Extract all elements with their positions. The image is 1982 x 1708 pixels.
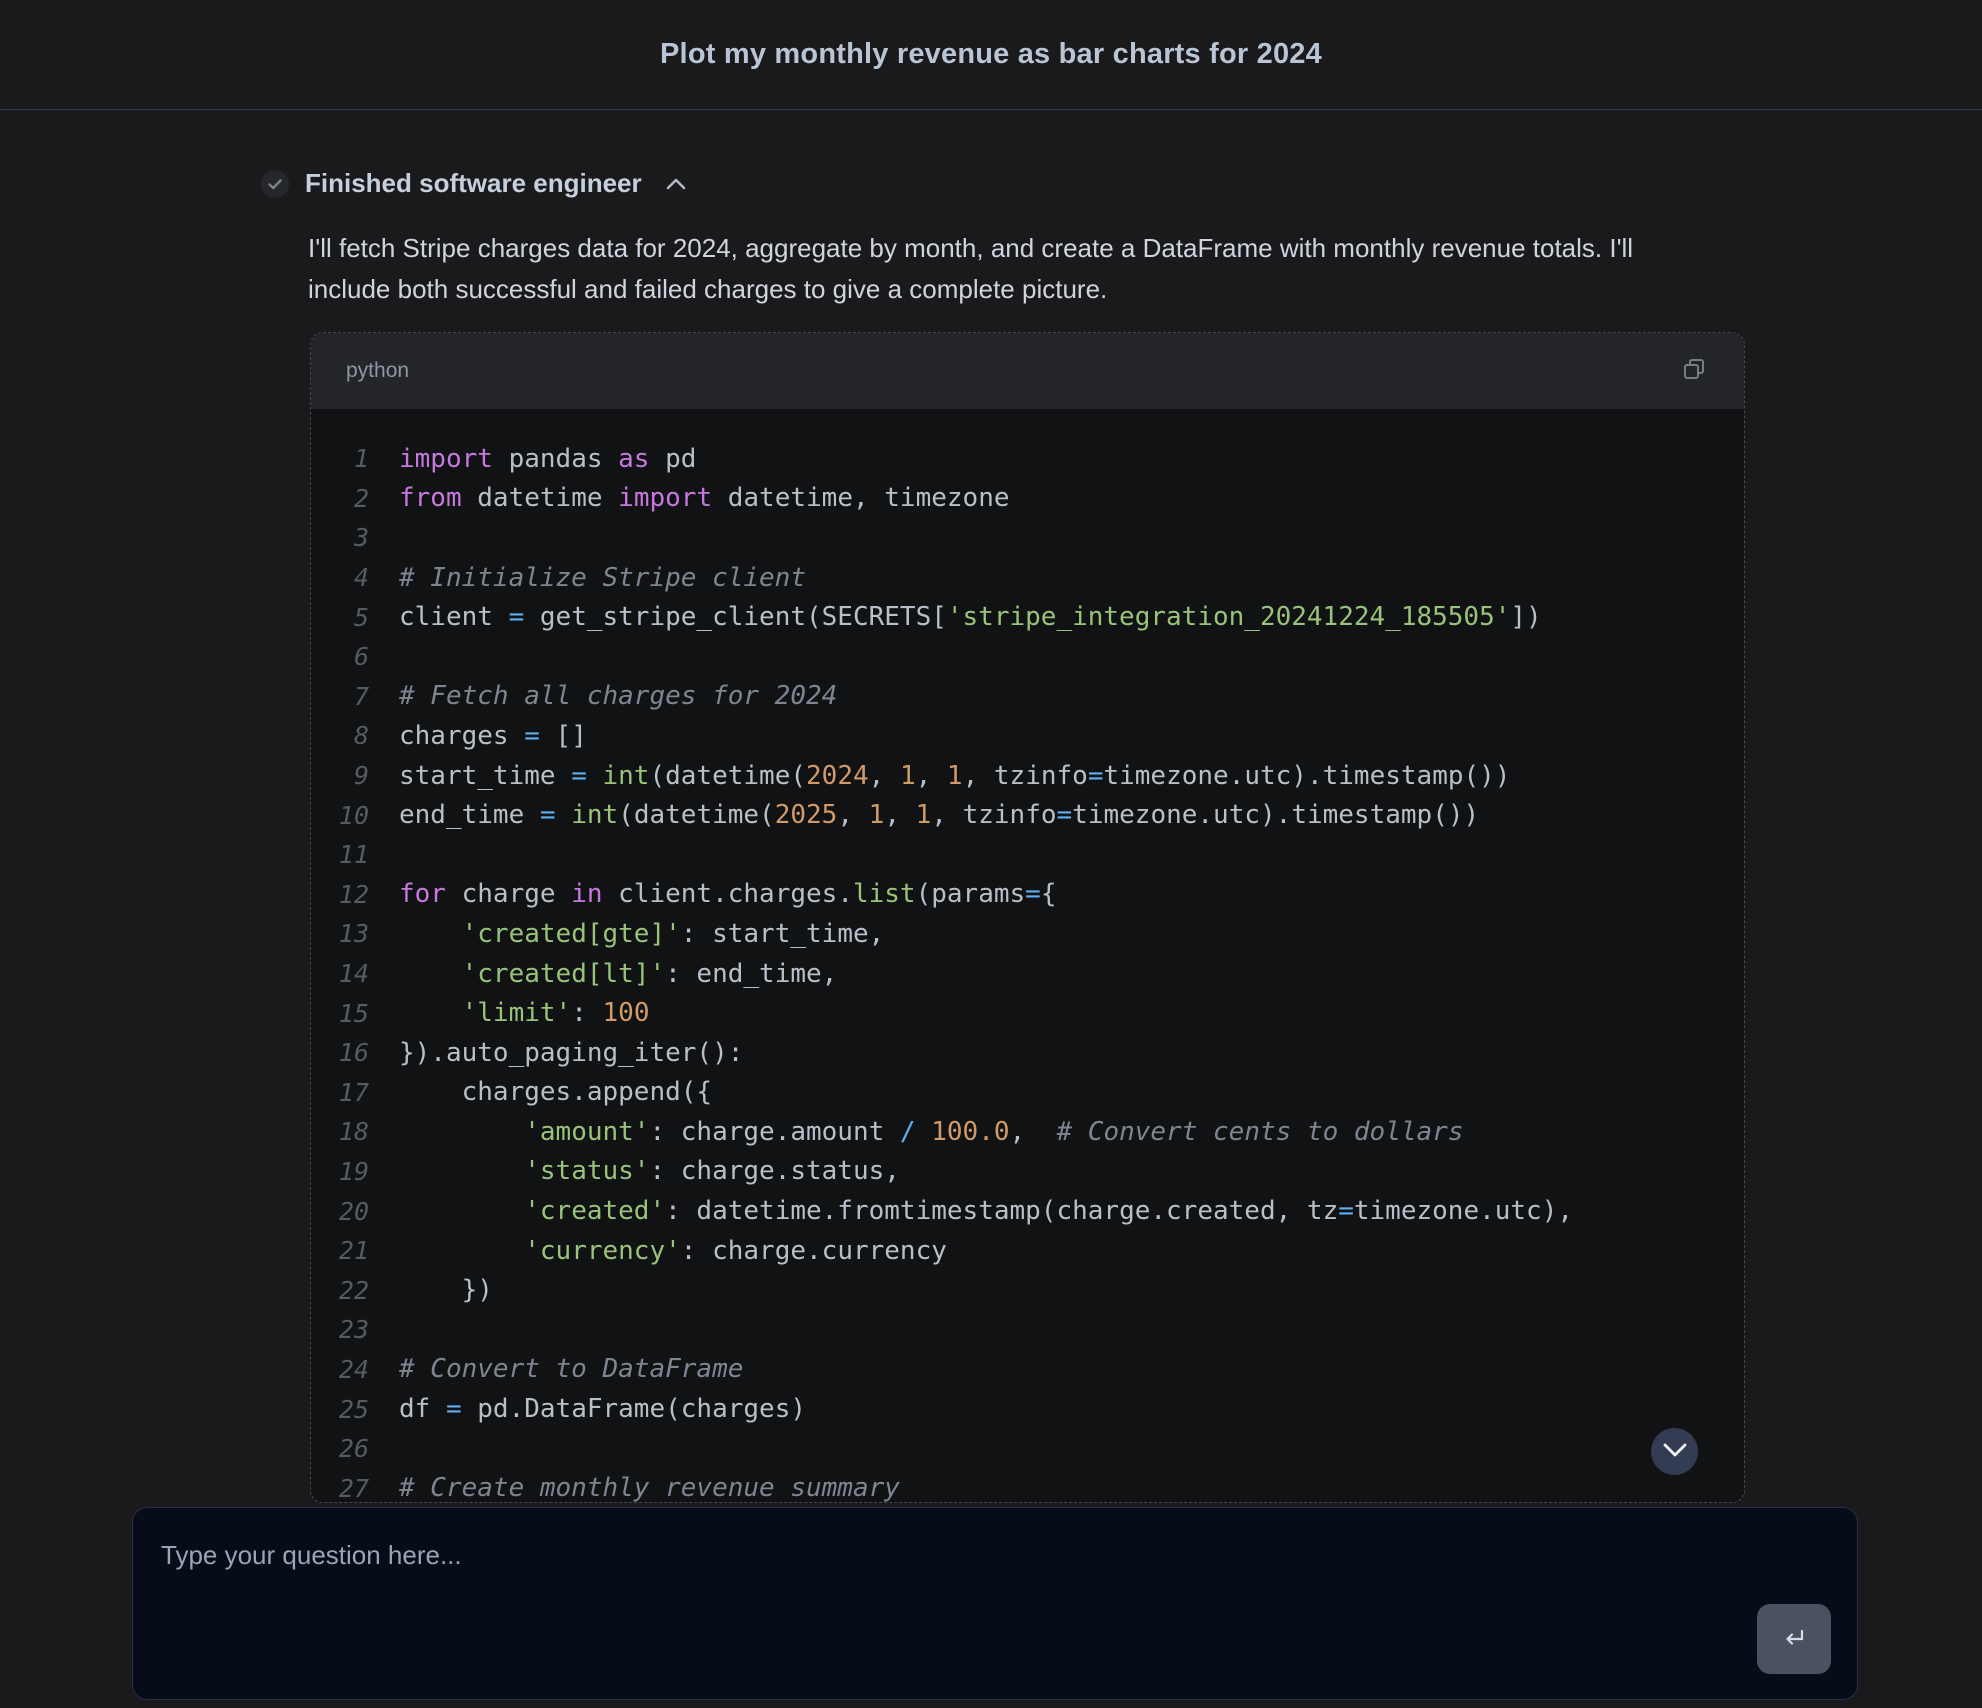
- code-body[interactable]: 1 import pandas as pd 2 from datetime impor…: [311, 409, 1744, 1503]
- code-line: 20 'created': datetime.fromtimestamp(cha…: [311, 1191, 1744, 1231]
- code-line: 6: [311, 637, 1744, 677]
- page-title: Plot my monthly revenue as bar charts fo…: [660, 38, 1322, 71]
- code-line: 24 # Convert to DataFrame: [311, 1350, 1744, 1390]
- page-header: Plot my monthly revenue as bar charts fo…: [0, 0, 1982, 110]
- code-line: 19 'status': charge.status,: [311, 1152, 1744, 1192]
- line-number: 20: [311, 1197, 369, 1226]
- code-text: 'created[gte]': start_time,: [399, 919, 884, 949]
- code-text: for charge in client.charges.list(params…: [399, 879, 1056, 909]
- line-number: 2: [311, 484, 369, 513]
- code-text: # Fetch all charges for 2024: [399, 681, 837, 711]
- line-number: 6: [311, 642, 369, 671]
- line-number: 11: [311, 840, 369, 869]
- code-text: 'status': charge.status,: [399, 1156, 900, 1186]
- app-window: Plot my monthly revenue as bar charts fo…: [0, 0, 1982, 1708]
- code-line: 23: [311, 1310, 1744, 1350]
- line-number: 15: [311, 999, 369, 1028]
- line-number: 24: [311, 1355, 369, 1384]
- line-number: 5: [311, 603, 369, 632]
- code-text: 'limit': 100: [399, 998, 649, 1028]
- assistant-message: I'll fetch Stripe charges data for 2024,…: [308, 228, 1718, 310]
- code-text: 'amount': charge.amount / 100.0, # Conve…: [399, 1117, 1463, 1147]
- code-text: 'created': datetime.fromtimestamp(charge…: [399, 1196, 1573, 1226]
- line-number: 26: [311, 1434, 369, 1463]
- code-line: 3: [311, 518, 1744, 558]
- code-line: 10 end_time = int(datetime(2025, 1, 1, tz…: [311, 795, 1744, 835]
- code-line: 18 'amount': charge.amount / 100.0, # Co…: [311, 1112, 1744, 1152]
- line-number: 18: [311, 1117, 369, 1146]
- code-text: charges.append({: [399, 1077, 712, 1107]
- code-text: from datetime import datetime, timezone: [399, 483, 1010, 513]
- code-line: 27 # Create monthly revenue summary: [311, 1468, 1744, 1503]
- code-text: import pandas as pd: [399, 444, 696, 474]
- chevron-down-icon: [1663, 1443, 1687, 1460]
- line-number: 13: [311, 919, 369, 948]
- code-line: 21 'currency': charge.currency: [311, 1231, 1744, 1271]
- line-number: 4: [311, 563, 369, 592]
- code-line: 7 # Fetch all charges for 2024: [311, 677, 1744, 717]
- line-number: 1: [311, 444, 369, 473]
- code-line: 5 client = get_stripe_client(SECRETS['str…: [311, 597, 1744, 637]
- code-line: 14 'created[lt]': end_time,: [311, 954, 1744, 994]
- composer: [132, 1507, 1858, 1700]
- code-text: }): [399, 1275, 493, 1305]
- line-number: 23: [311, 1315, 369, 1344]
- chevron-up-icon: [666, 178, 686, 190]
- line-number: 10: [311, 801, 369, 830]
- code-block-header: python: [311, 333, 1744, 409]
- code-text: df = pd.DataFrame(charges): [399, 1394, 806, 1424]
- code-line: 17 charges.append({: [311, 1073, 1744, 1113]
- line-number: 12: [311, 880, 369, 909]
- line-number: 27: [311, 1474, 369, 1503]
- line-number: 14: [311, 959, 369, 988]
- line-number: 25: [311, 1395, 369, 1424]
- code-line: 26: [311, 1429, 1744, 1469]
- code-line: 9 start_time = int(datetime(2024, 1, 1, t…: [311, 756, 1744, 796]
- code-line: 22 }): [311, 1270, 1744, 1310]
- copy-code-button[interactable]: [1681, 356, 1708, 386]
- code-line: 13 'created[gte]': start_time,: [311, 914, 1744, 954]
- line-number: 3: [311, 523, 369, 552]
- code-text: client = get_stripe_client(SECRETS['stri…: [399, 602, 1542, 632]
- scroll-to-bottom-button[interactable]: [1651, 1428, 1698, 1475]
- code-text: # Convert to DataFrame: [399, 1354, 743, 1384]
- code-line: 11: [311, 835, 1744, 875]
- code-block: python 1 import pandas as pd 2 from datetim…: [310, 332, 1745, 1503]
- status-toggle[interactable]: Finished software engineer: [261, 168, 686, 199]
- line-number: 19: [311, 1157, 369, 1186]
- code-line: 4 # Initialize Stripe client: [311, 558, 1744, 598]
- code-text: end_time = int(datetime(2025, 1, 1, tzin…: [399, 800, 1479, 830]
- code-text: # Create monthly revenue summary: [399, 1473, 900, 1503]
- code-line: 12 for charge in client.charges.list(para…: [311, 875, 1744, 915]
- status-label: Finished software engineer: [305, 168, 642, 199]
- line-number: 22: [311, 1276, 369, 1305]
- return-arrow-icon: [1779, 1623, 1809, 1656]
- code-line: 8 charges = []: [311, 716, 1744, 756]
- question-input[interactable]: [133, 1508, 1857, 1699]
- code-text: 'created[lt]': end_time,: [399, 959, 837, 989]
- line-number: 7: [311, 682, 369, 711]
- line-number: 16: [311, 1038, 369, 1067]
- line-number: 21: [311, 1236, 369, 1265]
- line-number: 17: [311, 1078, 369, 1107]
- code-line: 2 from datetime import datetime, timezone: [311, 479, 1744, 519]
- line-number: 8: [311, 721, 369, 750]
- code-language-label: python: [346, 359, 409, 383]
- code-text: charges = []: [399, 721, 587, 751]
- code-line: 15 'limit': 100: [311, 993, 1744, 1033]
- code-line: 25 df = pd.DataFrame(charges): [311, 1389, 1744, 1429]
- code-text: 'currency': charge.currency: [399, 1236, 947, 1266]
- send-button[interactable]: [1757, 1604, 1831, 1674]
- code-text: start_time = int(datetime(2024, 1, 1, tz…: [399, 761, 1510, 791]
- line-number: 9: [311, 761, 369, 790]
- code-line: 16 }).auto_paging_iter():: [311, 1033, 1744, 1073]
- code-text: }).auto_paging_iter():: [399, 1038, 743, 1068]
- code-line: 1 import pandas as pd: [311, 439, 1744, 479]
- copy-icon: [1681, 356, 1708, 386]
- code-text: # Initialize Stripe client: [399, 563, 806, 593]
- check-circle-icon: [261, 170, 289, 198]
